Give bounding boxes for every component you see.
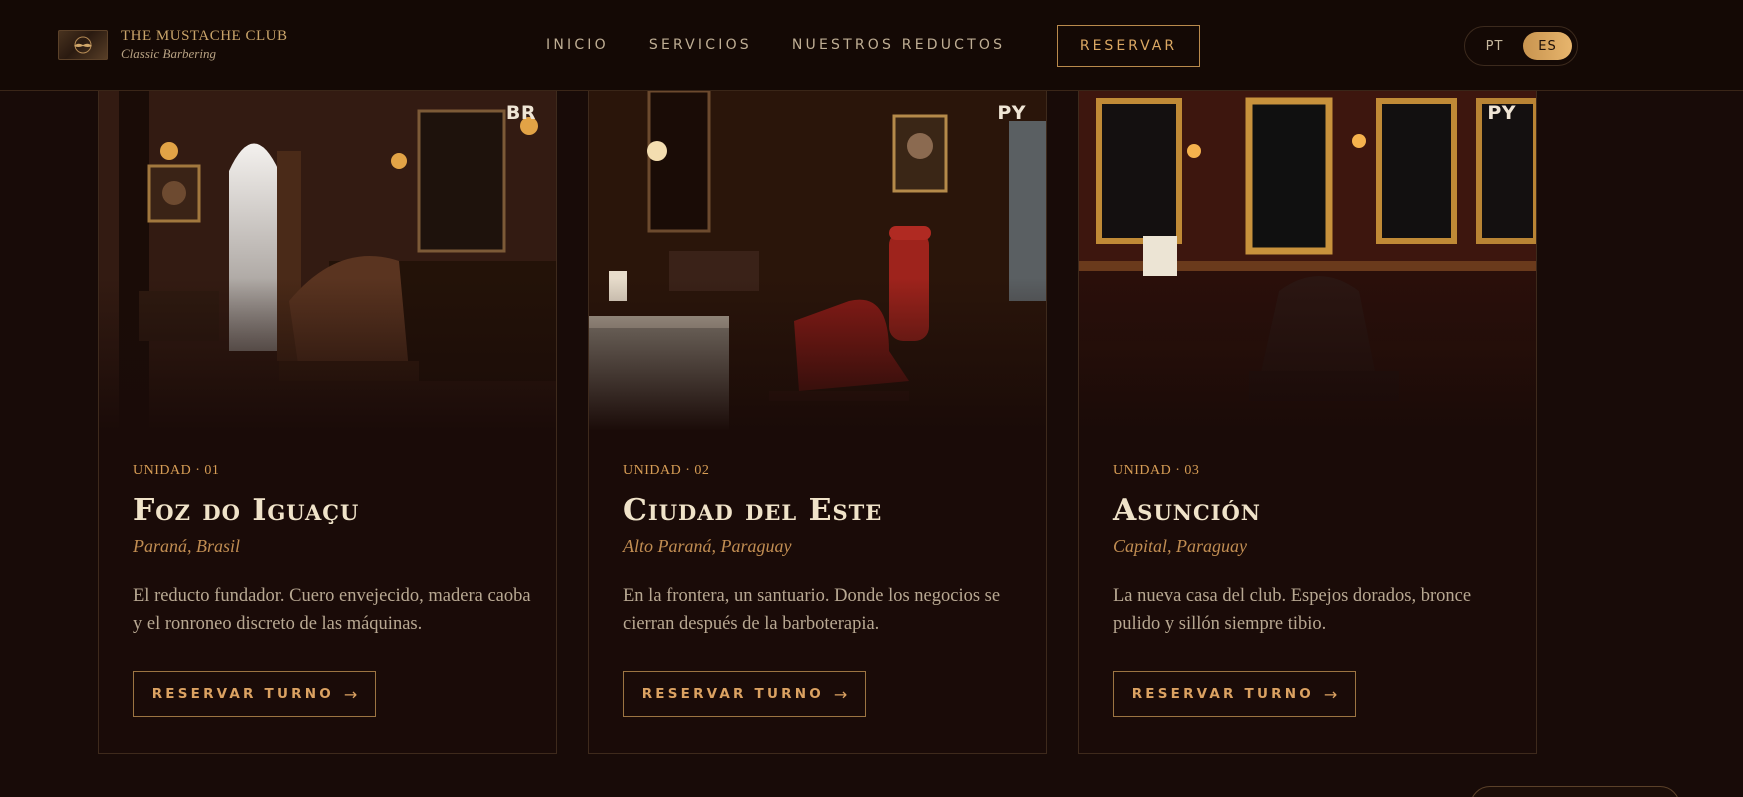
arrow-right-icon: → [343,684,358,704]
location-card: BR UNIDAD · 01 Foz do Iguaçu Paraná, Bra… [98,91,557,754]
location-description: En la frontera, un santuario. Donde los … [623,586,1001,634]
reserve-turn-button[interactable]: RESERVAR TURNO → [133,671,376,717]
location-description: El reducto fundador. Cuero envejecido, m… [133,586,531,634]
country-code: PY [997,102,1026,124]
barbershop-photo: PY [589,91,1046,431]
unit-label: UNIDAD · 02 [623,463,710,478]
reserve-button[interactable]: RESERVAR [1057,25,1200,67]
city-title: Asunción [1113,493,1261,528]
unit-label: UNIDAD · 03 [1113,463,1200,478]
nav-link-nuestros-reductos[interactable]: NUESTROS REDUCTOS [792,37,1005,53]
barbershop-photo: BR [99,91,556,431]
language-option-pt[interactable]: PT [1470,32,1519,60]
region-label: Paraná, Brasil [133,536,241,556]
region-label: Alto Paraná, Paraguay [623,536,792,556]
mustache-logo-icon [58,29,108,60]
site-header: THE MUSTACHE CLUB Classic Barbering INIC… [0,0,1743,91]
brand-name: THE MUSTACHE CLUB [121,28,288,44]
unit-label: UNIDAD · 01 [133,463,220,478]
location-description: La nueva casa del club. Espejos dorados,… [1113,586,1472,634]
location-card: PY UNIDAD · 02 Ciudad del Este Alto Para… [588,91,1047,754]
arrow-right-icon: → [833,684,848,704]
city-title: Foz do Iguaçu [133,493,360,528]
location-card: PY UNIDAD · 03 Asunción Capital, Paragua… [1078,91,1537,754]
reserve-turn-label: RESERVAR TURNO [641,686,824,702]
nav-link-servicios[interactable]: SERVICIOS [649,37,752,53]
main-nav: INICIO SERVICIOS NUESTROS REDUCTOS [546,37,1045,53]
arrow-right-icon: → [1323,684,1338,704]
region-label: Capital, Paraguay [1113,536,1247,556]
nav-link-inicio[interactable]: INICIO [546,37,609,53]
reserve-turn-button[interactable]: RESERVAR TURNO → [1113,671,1356,717]
reserve-turn-label: RESERVAR TURNO [151,686,334,702]
floating-pill-button[interactable] [1470,786,1680,797]
language-switcher: PT ES [1464,26,1578,66]
country-code: BR [505,102,536,124]
barbershop-photo: PY [1079,91,1536,431]
reserve-turn-button[interactable]: RESERVAR TURNO → [623,671,866,717]
reserve-turn-label: RESERVAR TURNO [1131,686,1314,702]
language-option-es[interactable]: ES [1523,32,1572,60]
country-code: PY [1487,102,1516,124]
brand[interactable]: THE MUSTACHE CLUB Classic Barbering [58,29,287,60]
brand-tagline: Classic Barbering [121,46,216,61]
city-title: Ciudad del Este [623,493,883,528]
